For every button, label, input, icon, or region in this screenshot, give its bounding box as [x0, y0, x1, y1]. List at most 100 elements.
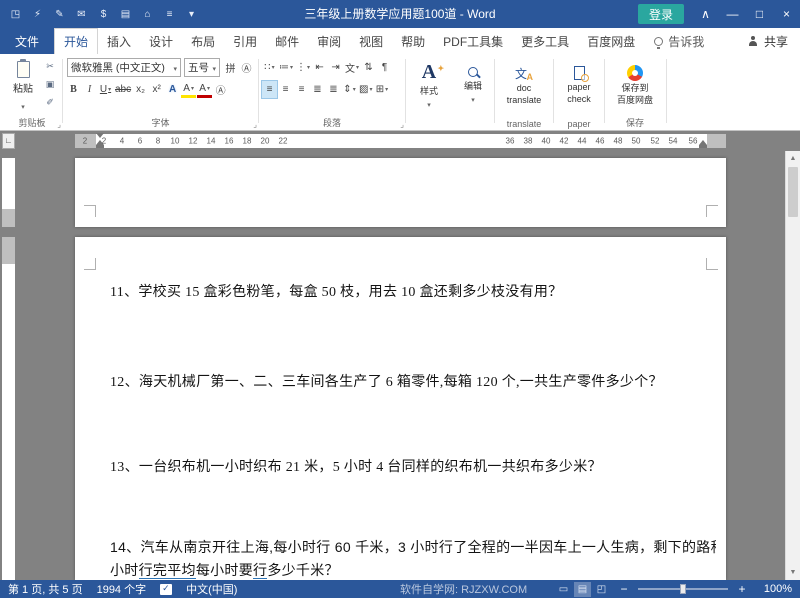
horizontal-ruler[interactable]: 2246810121416182022363840424446485052545… [75, 134, 726, 148]
tab-design[interactable]: 设计 [140, 28, 182, 54]
distribute-button[interactable]: ≣ [326, 81, 341, 98]
align-center-button[interactable]: ≡ [278, 81, 293, 98]
language-indicator[interactable]: 中文(中国) [186, 581, 237, 597]
strikethrough-button[interactable]: abc [114, 81, 132, 98]
zoom-in-button[interactable]: + [736, 582, 748, 596]
align-right-button[interactable]: ≡ [294, 81, 309, 98]
word-count[interactable]: 1994 个字 [97, 581, 147, 597]
italic-button[interactable]: I [82, 81, 97, 98]
text-effects-button[interactable]: A [165, 81, 180, 98]
read-mode-button[interactable]: ▭ [555, 582, 572, 597]
shading-button[interactable]: ▨ [358, 81, 373, 98]
zoom-slider-thumb[interactable] [680, 584, 686, 594]
doc-translate-button[interactable]: doc translate [495, 54, 553, 116]
editing-button[interactable]: 编辑 [452, 54, 494, 116]
vertical-scrollbar[interactable] [785, 151, 800, 580]
align-left-button[interactable]: ≡ [262, 81, 277, 98]
borders-button[interactable]: ⊞ [374, 81, 389, 98]
tab-home[interactable]: 开始 [54, 28, 98, 54]
tab-layout[interactable]: 布局 [182, 28, 224, 54]
qat-more-icon[interactable]: ▾ [182, 4, 201, 24]
paragraph-dialog-launcher[interactable] [400, 121, 404, 129]
show-formatting-marks-button[interactable]: ¶ [377, 59, 392, 76]
paper-check-button[interactable]: paper check [554, 54, 604, 116]
tab-references[interactable]: 引用 [224, 28, 266, 54]
tab-pdf-tools[interactable]: PDF工具集 [434, 28, 512, 54]
underline-button[interactable]: U [98, 81, 113, 98]
ruler-number: 20 [261, 137, 270, 146]
cut-button[interactable]: ✂ [42, 59, 58, 74]
increase-indent-button[interactable]: ⇥ [328, 59, 343, 76]
decrease-indent-button[interactable]: ⇤ [312, 59, 327, 76]
proofing-check-icon[interactable] [160, 584, 172, 595]
font-size-select[interactable]: 五号 [184, 58, 220, 77]
paragraph-problem-13[interactable]: 13、一台织布机一小时织布 21 米，5 小时 4 台同样的织布机一共织布多少米… [110, 456, 716, 476]
tab-help[interactable]: 帮助 [392, 28, 434, 54]
pinyin-guide-button[interactable]: 拼 [223, 59, 238, 76]
styles-button[interactable]: A 样式 [406, 54, 452, 116]
save-to-baidu-button[interactable]: 保存到 百度网盘 [605, 54, 665, 116]
line-spacing-button[interactable]: ⇕ [342, 81, 357, 98]
bold-button[interactable]: B [66, 81, 81, 98]
qat-lightning-icon[interactable]: ⚡ [28, 4, 47, 24]
page-2[interactable]: 11、学校买 15 盒彩色粉笔，每盒 50 枝，用去 10 盒还剩多少枝没有用？… [75, 237, 726, 580]
share-button[interactable]: 共享 [748, 28, 800, 54]
login-button[interactable]: 登录 [638, 4, 684, 24]
bullets-button[interactable]: ∷ [262, 59, 277, 76]
font-color-button[interactable]: A [197, 81, 212, 98]
minimize-button[interactable]: — [719, 0, 746, 28]
asian-layout-button[interactable]: 文 [344, 59, 360, 76]
tab-baidu-netdisk[interactable]: 百度网盘 [578, 28, 644, 54]
qat-menu-icon[interactable]: ≡ [160, 4, 179, 24]
tell-me-box[interactable]: 告诉我 [654, 28, 704, 54]
tab-more-tools[interactable]: 更多工具 [512, 28, 578, 54]
qat-edit-icon[interactable]: ✎ [50, 4, 69, 24]
qat-document-icon[interactable]: ▤ [116, 4, 135, 24]
scrollbar-thumb[interactable] [788, 167, 798, 217]
subscript-button[interactable]: x₂ [133, 81, 148, 98]
sort-button[interactable]: ⇅ [361, 59, 376, 76]
zoom-out-button[interactable]: − [618, 582, 630, 596]
paragraph-problem-14[interactable]: 14、汽车从南京开往上海,每小时行 60 千米，3 小时行了全程的一半因车上一人… [110, 536, 716, 580]
tab-review[interactable]: 审阅 [308, 28, 350, 54]
ruler-number: 36 [506, 137, 515, 146]
font-dialog-launcher[interactable] [253, 121, 257, 129]
print-layout-button[interactable]: ▤ [574, 582, 591, 597]
web-layout-button[interactable]: ◰ [593, 582, 610, 597]
format-painter-button[interactable]: ✐ [42, 95, 58, 110]
enclose-button[interactable]: Ⓐ [213, 81, 228, 98]
tab-view[interactable]: 视图 [350, 28, 392, 54]
scroll-down-arrow-icon[interactable] [786, 566, 800, 579]
font-name-select[interactable]: 微软雅黑 (中文正文) [67, 58, 181, 77]
qat-customize-icon[interactable]: ◳ [6, 4, 25, 24]
tab-insert[interactable]: 插入 [98, 28, 140, 54]
paste-button[interactable]: 粘贴 [6, 57, 40, 115]
justify-button[interactable]: ≣ [310, 81, 325, 98]
tab-mailings[interactable]: 邮件 [266, 28, 308, 54]
tab-selector[interactable] [2, 133, 15, 149]
highlight-button[interactable]: A [181, 81, 196, 98]
multilevel-list-button[interactable]: ⋮ [295, 59, 311, 76]
right-indent-marker[interactable] [699, 140, 707, 145]
enclose-characters-button[interactable]: Ⓐ [239, 59, 254, 76]
numbering-button[interactable]: ≔ [278, 59, 294, 76]
tab-file[interactable]: 文件 [0, 28, 54, 54]
paragraph-problem-11[interactable]: 11、学校买 15 盒彩色粉笔，每盒 50 枝，用去 10 盒还剩多少枝没有用？ [110, 281, 716, 301]
clipboard-dialog-launcher[interactable] [57, 121, 61, 129]
page-indicator[interactable]: 第 1 页, 共 5 页 [8, 581, 83, 597]
scroll-up-arrow-icon[interactable] [786, 152, 800, 165]
qat-mail-icon[interactable]: ✉ [72, 4, 91, 24]
copy-button[interactable]: ▣ [42, 77, 58, 92]
ribbon-display-options-button[interactable]: ∧ [692, 0, 719, 28]
zoom-percentage[interactable]: 100% [756, 583, 792, 595]
window-controls: 登录 ∧ — □ × [638, 0, 800, 28]
page-1[interactable] [75, 158, 726, 227]
close-button[interactable]: × [773, 0, 800, 28]
qat-home-icon[interactable]: ⌂ [138, 4, 157, 24]
maximize-button[interactable]: □ [746, 0, 773, 28]
paragraph-problem-12[interactable]: 12、海天机械厂第一、二、三车间各生产了 6 箱零件,每箱 120 个,一共生产… [110, 371, 716, 391]
superscript-button[interactable]: x² [149, 81, 164, 98]
zoom-slider[interactable] [638, 588, 728, 590]
vertical-ruler[interactable] [2, 151, 15, 580]
qat-money-icon[interactable]: $ [94, 4, 113, 24]
